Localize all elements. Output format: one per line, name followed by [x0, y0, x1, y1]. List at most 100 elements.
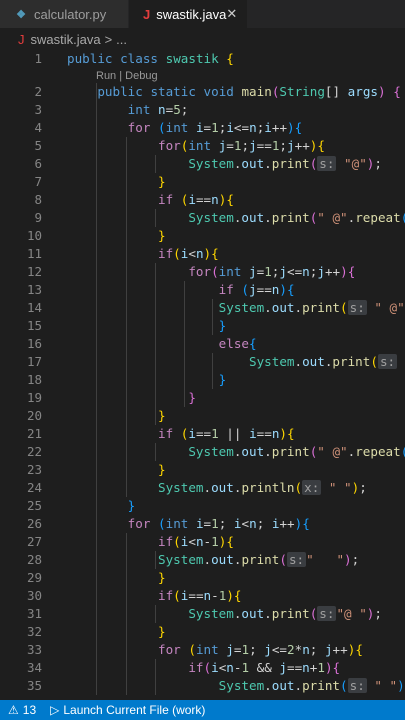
line-number: 22: [26, 444, 42, 459]
tab-calculator-py[interactable]: ❖ calculator.py: [0, 0, 129, 28]
line-number: 17: [26, 354, 42, 369]
code-token: out: [271, 678, 295, 693]
code-token: " @": [317, 210, 348, 225]
code-token: ): [279, 282, 287, 297]
code-token: ++: [279, 516, 295, 531]
code-token: ==: [256, 426, 272, 441]
code-token: =: [203, 516, 212, 531]
code-token: args: [347, 84, 378, 99]
code-editor[interactable]: Run | Debug 1 public class swastik {2 pub…: [0, 50, 405, 700]
inlay-hint: s:: [317, 156, 337, 171]
code-token: " ": [306, 552, 345, 567]
code-token: <=: [271, 642, 287, 657]
code-token: int: [195, 642, 219, 657]
code-line: }: [67, 569, 166, 587]
line-number: 28: [26, 552, 42, 567]
line-number: 9: [34, 210, 42, 225]
code-token: ): [378, 84, 386, 99]
code-token: ;: [249, 642, 265, 657]
code-token: ): [340, 264, 348, 279]
code-line: System.out.print(s: ": [67, 353, 405, 371]
code-token: System: [158, 552, 204, 567]
line-number: 18: [26, 372, 42, 387]
code-token: n: [203, 588, 212, 603]
close-icon[interactable]: ✕: [226, 6, 237, 22]
code-line: System.out.print(s: "@");: [67, 155, 382, 173]
code-token: ==: [188, 588, 204, 603]
code-token: <=: [233, 120, 250, 135]
code-token: ;: [309, 642, 325, 657]
code-token: repeat: [355, 444, 401, 459]
codelens-run-debug[interactable]: Run | Debug: [96, 69, 158, 83]
code-line: System.out.println(x: " ");: [67, 479, 367, 497]
launch-button[interactable]: ▷ Launch Current File (work): [50, 703, 205, 717]
code-line: System.out.print(s: " ");: [67, 677, 405, 695]
code-line: for(int j=1;j<=n;j++){: [67, 263, 355, 281]
code-line: public static void main(String[] args) {: [67, 83, 400, 101]
code-token: ++: [271, 120, 288, 135]
code-token: =: [226, 138, 234, 153]
code-token: {: [226, 192, 234, 207]
code-token: print: [271, 606, 310, 621]
line-number: 16: [26, 336, 42, 351]
code-token: .: [264, 444, 272, 459]
code-token: .: [294, 300, 303, 315]
code-token: print: [241, 552, 280, 567]
breadcrumb-more[interactable]: ...: [116, 32, 127, 47]
breadcrumb-file[interactable]: swastik.java: [31, 32, 101, 47]
code-token: for: [127, 120, 151, 135]
indent-guide: [155, 443, 156, 461]
code-line: }: [67, 461, 166, 479]
python-file-icon: ❖: [16, 8, 26, 21]
line-number: 7: [34, 174, 42, 189]
problems-indicator[interactable]: ⚠ 13: [8, 703, 36, 717]
code-token: .: [203, 480, 212, 495]
code-token: .: [203, 552, 212, 567]
code-line: int n=5;: [67, 101, 189, 119]
code-token: public: [97, 84, 143, 99]
code-token: {: [226, 534, 234, 549]
code-token: (: [241, 282, 250, 297]
code-token: out: [241, 606, 265, 621]
code-token: }: [158, 408, 166, 423]
code-token: if: [158, 534, 174, 549]
code-token: }: [158, 570, 166, 585]
code-token: ;: [374, 606, 382, 621]
code-token: (: [370, 354, 378, 369]
code-token: j: [249, 138, 257, 153]
code-token: n: [195, 534, 204, 549]
line-number: 35: [26, 678, 42, 693]
line-number: 27: [26, 534, 42, 549]
code-token: .: [294, 354, 303, 369]
code-token: (: [340, 678, 348, 693]
code-token: {: [287, 426, 295, 441]
line-number: 4: [34, 120, 42, 135]
code-token: for: [158, 642, 181, 657]
code-token: (: [340, 300, 348, 315]
tab-swastik-java[interactable]: J swastik.java ✕: [129, 0, 247, 28]
code-token: }: [218, 372, 227, 387]
code-token: ;: [218, 516, 234, 531]
status-bar: ⚠ 13 ▷ Launch Current File (work): [0, 700, 405, 720]
code-token: (: [279, 552, 287, 567]
code-token: n: [302, 660, 310, 675]
code-line: }: [67, 389, 196, 407]
